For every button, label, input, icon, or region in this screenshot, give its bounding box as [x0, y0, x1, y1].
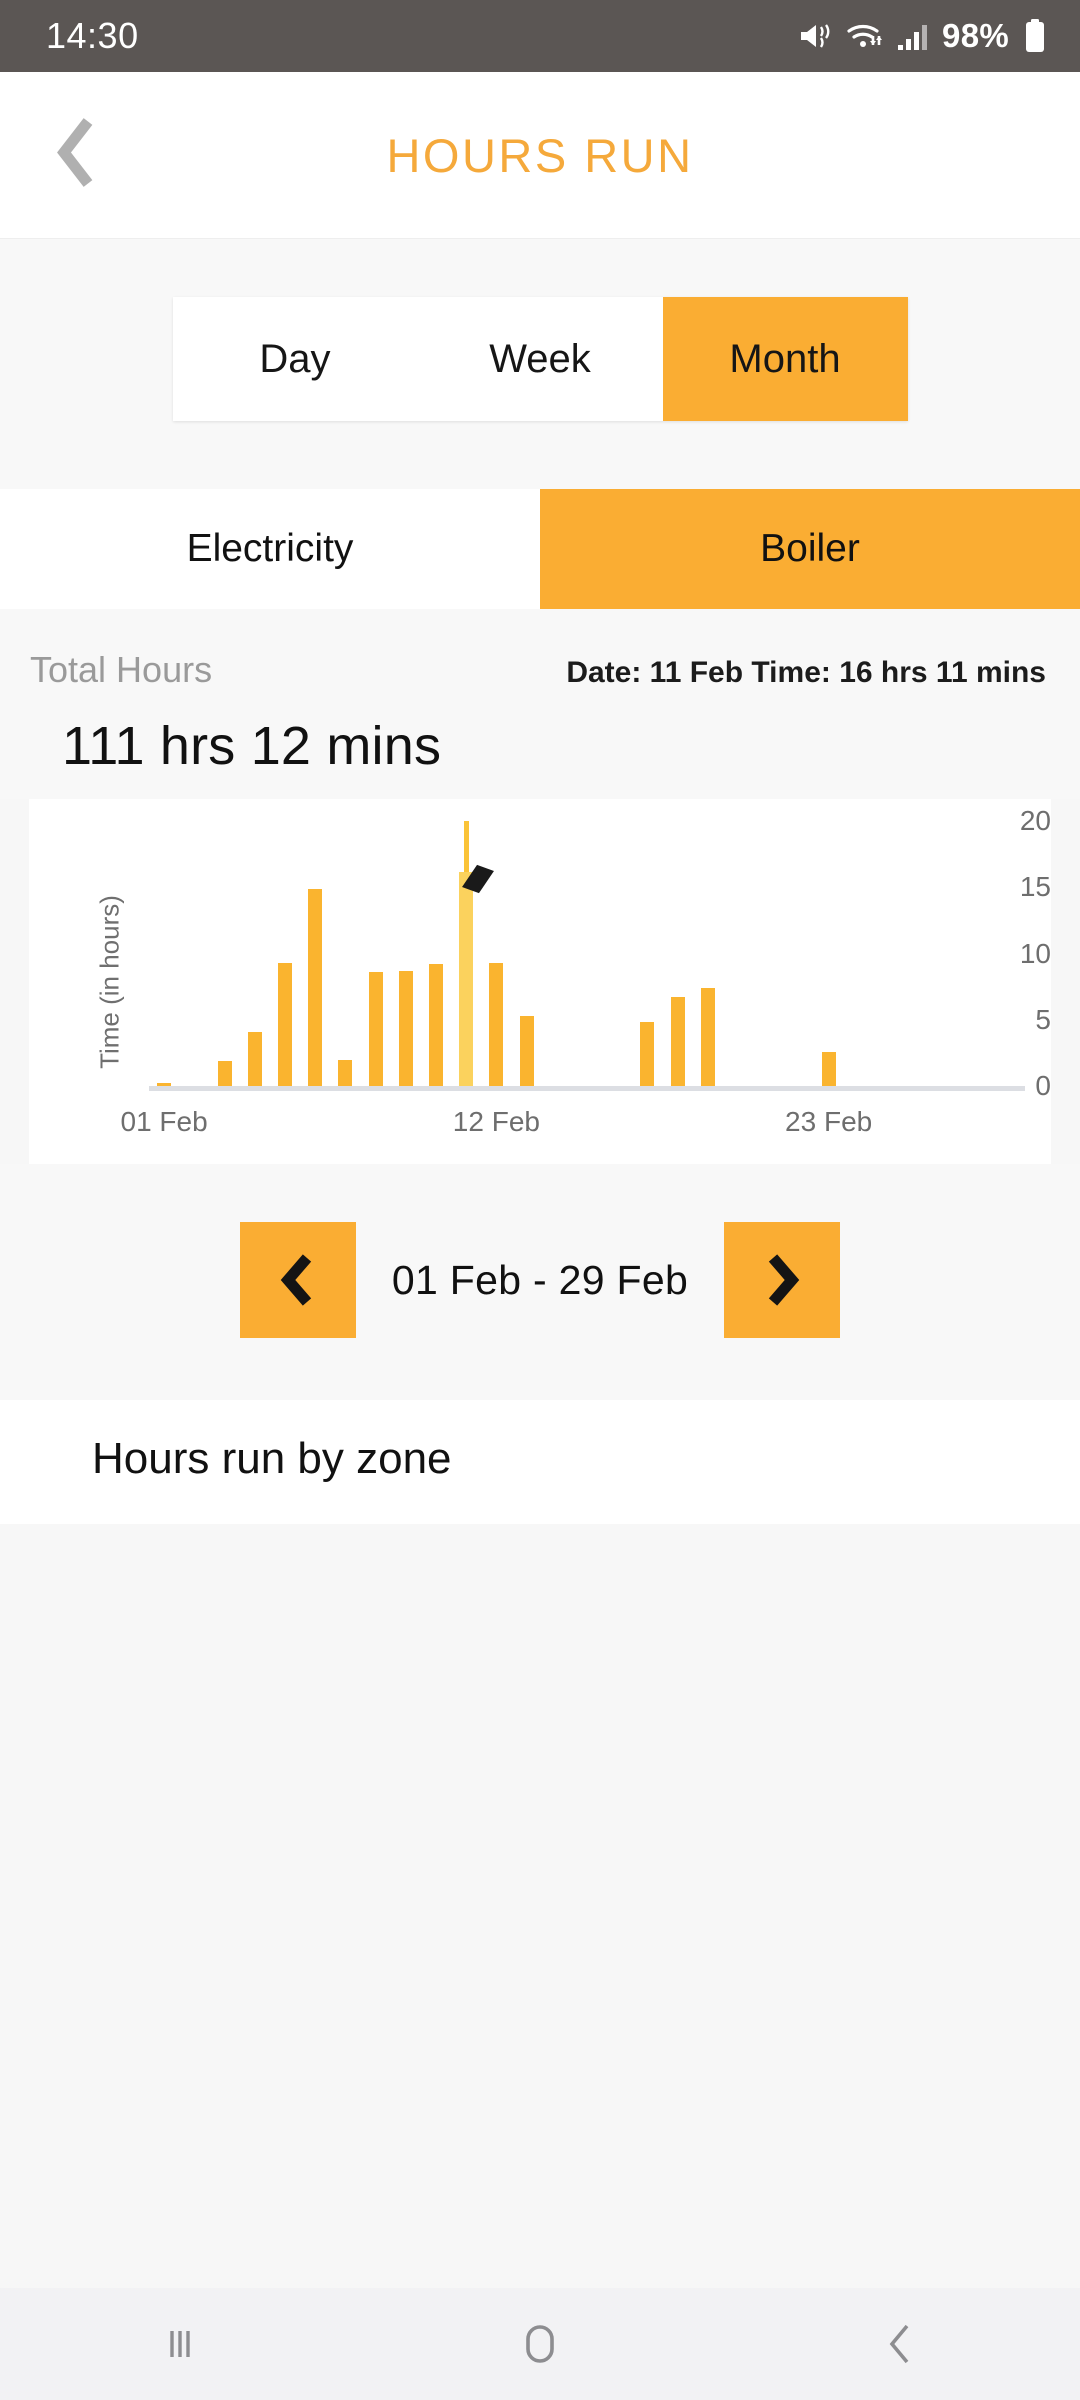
- chart-bar[interactable]: [670, 997, 685, 1086]
- totals-section: Total Hours Date: 11 Feb Time: 16 hrs 11…: [0, 609, 1080, 799]
- chart-y-tick: 20: [1019, 805, 1051, 836]
- totals-row: Total Hours Date: 11 Feb Time: 16 hrs 11…: [0, 649, 1080, 691]
- chart-bar[interactable]: [489, 962, 504, 1086]
- chart-y-tick: 5: [1035, 1003, 1051, 1035]
- total-hours-value: 111 hrs 12 mins: [62, 716, 442, 776]
- home-icon: [526, 2325, 554, 2363]
- period-selector: Day Week Month: [172, 297, 908, 421]
- tab-boiler[interactable]: Boiler: [540, 489, 1080, 609]
- battery-percent-label: 98%: [942, 17, 1009, 54]
- chart-bar[interactable]: [308, 888, 323, 1086]
- chart-x-axis: [149, 1086, 1025, 1091]
- chart-bar[interactable]: [338, 1059, 353, 1086]
- page-title: HOURS RUN: [386, 128, 694, 182]
- back-button-nav[interactable]: [720, 2320, 1080, 2368]
- chart-bar[interactable]: [368, 972, 383, 1086]
- chart-y-tick: 15: [1019, 871, 1051, 903]
- chart-bar[interactable]: [640, 1022, 655, 1086]
- period-selector-container: Day Week Month: [0, 238, 1080, 489]
- hours-run-by-zone-section: Hours run by zone: [0, 1400, 1080, 1524]
- chart-x-tick: 01 Feb: [120, 1106, 208, 1137]
- chart-x-tick: 12 Feb: [452, 1106, 540, 1137]
- recents-button[interactable]: [0, 2321, 360, 2367]
- chart-bar[interactable]: [277, 962, 292, 1086]
- battery-icon: [1024, 19, 1046, 53]
- status-bar: 14:30 98%: [0, 0, 1080, 72]
- back-icon: [889, 2324, 909, 2364]
- chart-plot-area[interactable]: 0 5 10 15 20 01 Feb 12 Feb 23 Feb: [29, 799, 1051, 1164]
- chart-y-tick: 10: [1019, 937, 1051, 969]
- chart-bar[interactable]: [217, 1060, 232, 1086]
- app-bar: HOURS RUN: [0, 72, 1080, 238]
- home-button[interactable]: [360, 2319, 720, 2369]
- signal-bars-icon: [897, 21, 929, 51]
- source-tabs: Electricity Boiler: [0, 489, 1080, 609]
- mute-vibrate-icon: [799, 21, 833, 51]
- status-bar-icons: 98%: [799, 17, 1046, 55]
- chart-bar[interactable]: [428, 964, 443, 1086]
- chart-bar[interactable]: [519, 1015, 534, 1086]
- chart-bar[interactable]: [821, 1051, 836, 1086]
- date-navigation: 01 Feb - 29 Feb: [0, 1164, 1080, 1400]
- period-option-week[interactable]: Week: [417, 297, 663, 421]
- chart-highlight-indicator: [464, 821, 470, 872]
- period-option-day[interactable]: Day: [172, 297, 418, 421]
- chart-x-tick: 23 Feb: [785, 1106, 873, 1137]
- chart-bar[interactable]: [398, 970, 413, 1086]
- next-period-button[interactable]: [724, 1222, 841, 1338]
- wifi-icon: [846, 21, 884, 51]
- previous-period-button[interactable]: [239, 1222, 356, 1338]
- chart-tooltip-label: Date: 11 Feb Time: 16 hrs 11 mins: [566, 656, 1046, 689]
- period-option-month[interactable]: Month: [662, 297, 908, 421]
- chart-bar[interactable]: [700, 987, 715, 1086]
- date-range-label: 01 Feb - 29 Feb: [391, 1256, 689, 1303]
- total-hours-label: Total Hours: [30, 649, 213, 690]
- chevron-right-icon: [768, 1254, 800, 1306]
- chart-bar[interactable]: [247, 1031, 262, 1086]
- zone-section-title: Hours run by zone: [92, 1434, 452, 1483]
- recents-icon: [170, 2331, 190, 2357]
- back-button[interactable]: [52, 116, 98, 195]
- hours-run-chart-card: Time (in hours) 0 5 10 15 20 01 Feb 12 Feb 23 F…: [29, 799, 1051, 1164]
- chart-bar[interactable]: [459, 871, 474, 1086]
- chevron-left-icon: [280, 1254, 312, 1306]
- tab-electricity[interactable]: Electricity: [0, 489, 540, 609]
- chart-bar[interactable]: [157, 1083, 172, 1086]
- android-navigation-bar: [0, 2288, 1080, 2400]
- status-bar-clock: 14:30: [46, 15, 139, 56]
